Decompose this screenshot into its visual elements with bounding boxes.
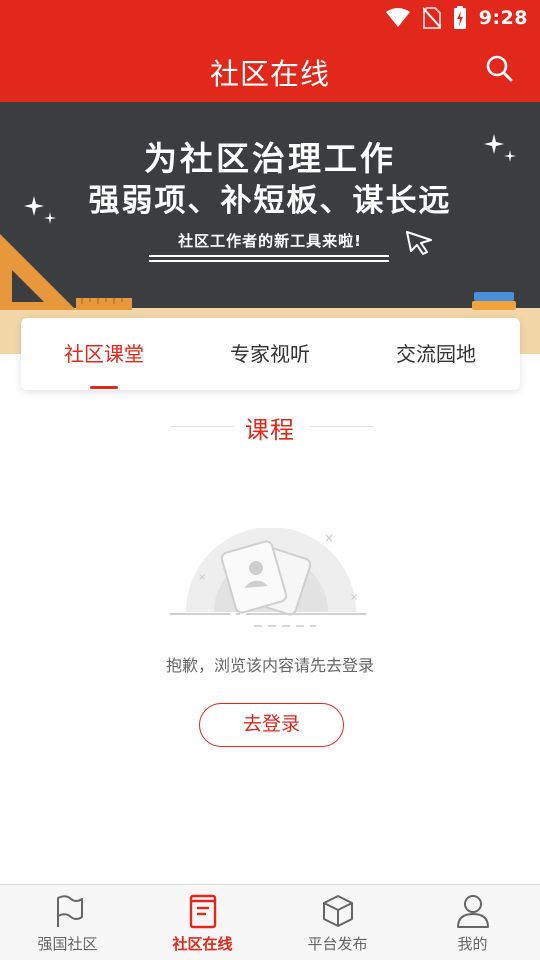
promo-banner[interactable]: 为社区治理工作 强弱项、补短板、谋长远 社区工作者的新工具来啦!: [0, 102, 540, 354]
svg-text:×: ×: [198, 572, 206, 583]
battery-charging-icon: [453, 6, 466, 29]
nav-label: 平台发布: [307, 935, 368, 953]
book-icon: [189, 894, 216, 929]
status-icons: 9:28: [385, 6, 528, 30]
search-icon[interactable]: [484, 53, 514, 83]
wifi-icon: [385, 8, 410, 27]
bottom-nav: 强国社区 社区在线 平台发布 我的: [0, 884, 540, 960]
books-icon: [472, 292, 516, 310]
status-time: 9:28: [478, 7, 528, 29]
section-title: 课程: [245, 416, 295, 444]
empty-state-illustration: × × ×: [170, 528, 372, 627]
nav-label: 社区在线: [172, 935, 233, 953]
banner-headline: 为社区治理工作: [144, 139, 396, 178]
page-title: 社区在线: [209, 57, 330, 91]
svg-text:×: ×: [350, 592, 358, 603]
cube-icon: [322, 895, 353, 927]
banner-subheadline: 强弱项、补短板、谋长远: [88, 183, 452, 219]
flag-icon: [56, 895, 83, 927]
active-tab-indicator: [90, 386, 118, 389]
tab-bar: 社区课堂 专家视听 交流园地: [21, 318, 520, 390]
nav-item-strong-community[interactable]: 强国社区: [0, 885, 135, 960]
nav-label: 强国社区: [37, 935, 98, 953]
tab-exchange-area[interactable]: 交流园地: [353, 318, 519, 390]
status-bar: 9:28: [0, 0, 540, 36]
user-icon: [456, 895, 489, 928]
banner-tagline: 社区工作者的新工具来啦!: [178, 232, 362, 250]
empty-state-message: 抱歉，浏览该内容请先去登录: [165, 656, 374, 675]
login-button[interactable]: 去登录: [199, 703, 344, 747]
app-header: 社区在线: [0, 36, 540, 102]
cursor-icon: [406, 231, 432, 255]
nav-item-mine[interactable]: 我的: [405, 885, 540, 960]
no-sim-icon: [422, 7, 441, 29]
banner-underline: [149, 255, 389, 262]
tab-community-class[interactable]: 社区课堂: [21, 318, 187, 390]
set-square-icon: [0, 234, 132, 310]
nav-item-community-online[interactable]: 社区在线: [135, 885, 270, 960]
nav-label: 我的: [457, 935, 488, 953]
tab-expert-media[interactable]: 专家视听: [187, 318, 353, 390]
svg-text:×: ×: [324, 531, 334, 545]
nav-item-platform-publish[interactable]: 平台发布: [270, 885, 405, 960]
